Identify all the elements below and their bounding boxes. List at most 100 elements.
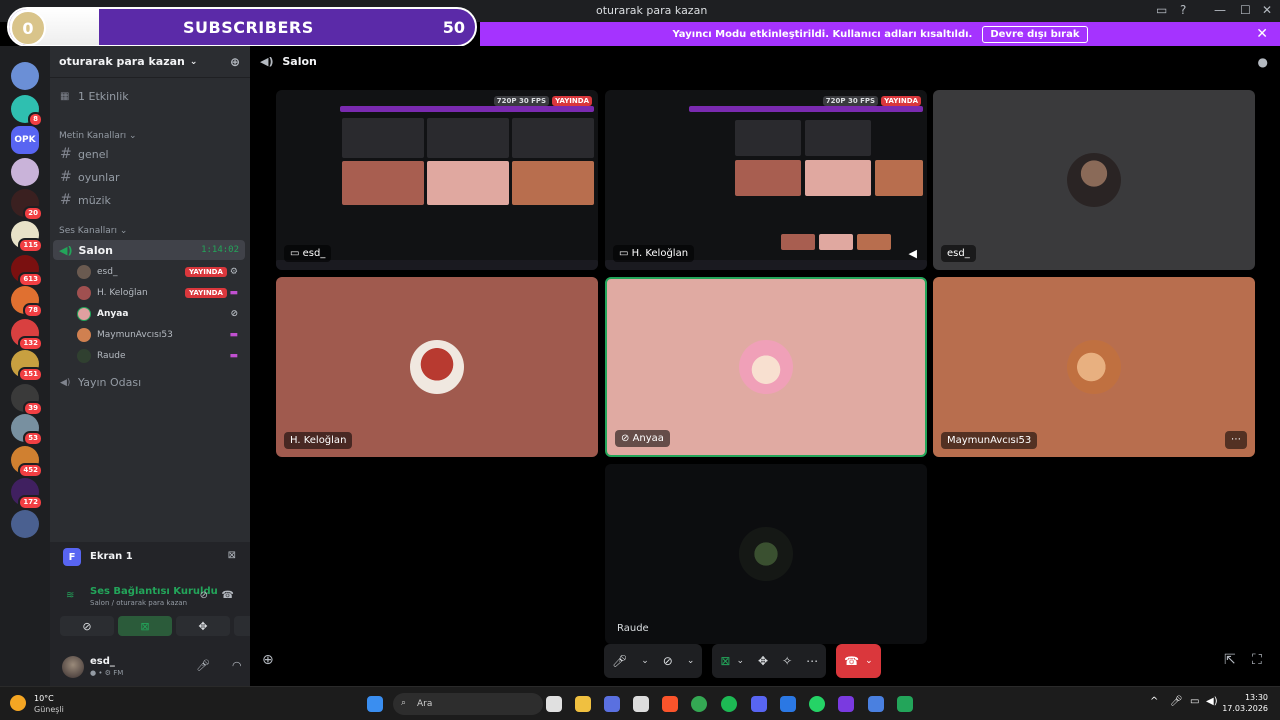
participant-tile[interactable]: esd_ bbox=[933, 90, 1255, 270]
voice-status[interactable]: Ses Bağlantısı Kuruldu bbox=[90, 586, 218, 597]
close-window-icon[interactable]: ✕ bbox=[1262, 3, 1272, 17]
add-member-icon[interactable]: ⊕ bbox=[230, 55, 240, 69]
more-options-icon[interactable]: ⋯ bbox=[1225, 431, 1247, 449]
noise-suppression-icon[interactable]: ⊘ bbox=[200, 590, 208, 601]
voice-user[interactable]: H. Keloğlan YAYINDA ▬ bbox=[77, 284, 242, 302]
network-icon[interactable]: ▭ bbox=[1190, 696, 1199, 707]
activities-button[interactable]: ✥ bbox=[176, 616, 230, 636]
voice-channel-yayin-odasi[interactable]: ◀) Yayın Odası bbox=[50, 376, 250, 389]
more-icon[interactable]: ⋯ bbox=[806, 654, 818, 668]
camera-off-icon[interactable]: ⊘ bbox=[663, 654, 673, 668]
activities-icon[interactable]: ✥ bbox=[758, 654, 768, 668]
app-icon[interactable] bbox=[838, 696, 854, 712]
avatar bbox=[77, 265, 91, 279]
app-icon[interactable] bbox=[897, 696, 913, 712]
app-icon[interactable] bbox=[868, 696, 884, 712]
server-icon-opk[interactable]: OPK bbox=[11, 126, 39, 154]
screen-share-button[interactable]: ⊠ bbox=[118, 616, 172, 636]
chevron-down-icon[interactable]: ⌄ bbox=[736, 656, 744, 666]
chevron-down-icon[interactable]: ⌄ bbox=[687, 656, 695, 666]
participant-tile[interactable]: Raude bbox=[605, 464, 927, 644]
server-icon[interactable]: 8 bbox=[11, 95, 43, 127]
chevron-down-icon[interactable]: ⌄ bbox=[865, 656, 873, 666]
voice-location[interactable]: Salon / oturarak para kazan bbox=[90, 599, 187, 607]
popout-icon[interactable]: ⇱ bbox=[1224, 652, 1236, 668]
app-icon[interactable] bbox=[780, 696, 796, 712]
server-icon[interactable] bbox=[11, 62, 39, 90]
participant-label: H. Keloğlan bbox=[284, 432, 353, 449]
text-channel-muzik[interactable]: # müzik bbox=[50, 192, 250, 208]
signal-icon[interactable]: ≋ bbox=[66, 590, 74, 601]
minimize-icon[interactable]: — bbox=[1214, 3, 1226, 17]
participant-tile-speaking[interactable]: ⊘ Anyaa bbox=[605, 277, 927, 457]
brave-icon[interactable] bbox=[662, 696, 678, 712]
server-icon[interactable]: 151 bbox=[11, 350, 43, 382]
server-icon[interactable]: 452 bbox=[11, 446, 43, 478]
clock[interactable]: 13:30 17.03.2026 bbox=[1222, 692, 1268, 714]
stream-tile[interactable]: 720P 30 FPS YAYINDA ▭ H. Keloğlan ◀ bbox=[605, 90, 927, 270]
text-channel-oyunlar[interactable]: # oyunlar bbox=[50, 169, 250, 185]
stream-tile[interactable]: 720P 30 FPS YAYINDA ▭ esd_ bbox=[276, 90, 598, 270]
chevron-down-icon[interactable]: ⌄ bbox=[641, 656, 649, 666]
voice-user[interactable]: Anyaa ⊘ bbox=[77, 305, 242, 323]
invite-icon[interactable]: ⊕ bbox=[262, 652, 274, 668]
voice-category[interactable]: Ses Kanalları ⌄ bbox=[59, 226, 127, 236]
username[interactable]: esd_ bbox=[90, 656, 115, 667]
tray-chevron-icon[interactable]: ^ bbox=[1150, 696, 1158, 707]
subscriber-count: 0 bbox=[10, 10, 46, 45]
soundboard-icon[interactable]: ✧ bbox=[782, 654, 792, 668]
server-icon[interactable]: 53 bbox=[11, 414, 43, 446]
microphone-icon[interactable]: 🎤︎ bbox=[1170, 696, 1183, 707]
chat-icon[interactable]: ● bbox=[1258, 55, 1268, 69]
inbox-icon[interactable]: ▭ bbox=[1156, 3, 1167, 17]
server-icon[interactable]: 20 bbox=[11, 189, 43, 221]
server-icon[interactable] bbox=[11, 510, 39, 538]
disable-streamer-mode-button[interactable]: Devre dışı bırak bbox=[982, 25, 1088, 43]
help-icon[interactable]: ? bbox=[1180, 3, 1186, 17]
stop-share-icon[interactable]: ⊠ bbox=[228, 550, 236, 561]
whatsapp-icon[interactable] bbox=[809, 696, 825, 712]
avatar[interactable] bbox=[62, 656, 84, 678]
voice-channel-salon[interactable]: ◀) Salon 1:14:02 bbox=[53, 240, 245, 260]
server-icon[interactable]: 39 bbox=[11, 384, 43, 416]
copilot-icon[interactable] bbox=[604, 696, 620, 712]
participant-tile[interactable]: MaymunAvcısı53 ⋯ bbox=[933, 277, 1255, 457]
voice-user[interactable]: MaymunAvcısı53 ▬ bbox=[77, 326, 242, 344]
guild-header[interactable]: oturarak para kazan ⌄ ⊕ bbox=[50, 46, 250, 78]
volume-icon[interactable]: ◀) bbox=[1206, 696, 1218, 707]
fullscreen-icon[interactable]: ⛶ bbox=[1252, 652, 1262, 668]
server-icon[interactable]: 78 bbox=[11, 286, 43, 318]
volume-icon[interactable]: ◀ bbox=[909, 247, 917, 260]
maximize-icon[interactable]: ☐ bbox=[1240, 3, 1251, 17]
text-category[interactable]: Metin Kanalları ⌄ bbox=[59, 131, 137, 141]
microphone-icon[interactable]: 🎤︎ bbox=[196, 659, 210, 672]
disconnect-icon[interactable]: ☎ bbox=[222, 590, 234, 601]
server-icon[interactable]: 172 bbox=[11, 478, 43, 510]
leave-call-button[interactable]: ☎ ⌄ bbox=[836, 644, 881, 678]
store-icon[interactable] bbox=[633, 696, 649, 712]
file-explorer-icon[interactable] bbox=[575, 696, 591, 712]
server-icon[interactable]: 115 bbox=[11, 221, 43, 253]
microphone-icon[interactable]: 🎤︎ bbox=[612, 654, 627, 668]
text-channel-genel[interactable]: # genel bbox=[50, 146, 250, 162]
chrome-icon[interactable] bbox=[691, 696, 707, 712]
server-icon[interactable] bbox=[11, 158, 39, 186]
server-icon[interactable]: 613 bbox=[11, 255, 43, 287]
participant-tile[interactable]: H. Keloğlan bbox=[276, 277, 598, 457]
start-icon[interactable] bbox=[367, 696, 383, 712]
discord-icon[interactable] bbox=[751, 696, 767, 712]
camera-toggle-button[interactable]: ⊘ bbox=[60, 616, 114, 636]
screen-share-icon[interactable]: ⊠ bbox=[720, 654, 730, 668]
taskbar-search[interactable]: ⌕ Ara bbox=[393, 693, 543, 715]
date: 17.03.2026 bbox=[1222, 704, 1268, 713]
voice-user[interactable]: Raude ▬ bbox=[77, 347, 242, 365]
voice-user[interactable]: esd_ YAYINDA ⚙ bbox=[77, 263, 242, 281]
spotify-icon[interactable] bbox=[721, 696, 737, 712]
events-item[interactable]: ▦ 1 Etkinlik bbox=[50, 90, 250, 103]
hang-up-icon[interactable]: ☎ bbox=[844, 654, 859, 668]
task-view-icon[interactable] bbox=[546, 696, 562, 712]
participant-label: MaymunAvcısı53 bbox=[941, 432, 1038, 449]
close-icon[interactable]: ✕ bbox=[1256, 26, 1268, 42]
headphones-icon[interactable]: ◠ bbox=[232, 659, 242, 672]
server-icon[interactable]: 132 bbox=[11, 319, 43, 351]
